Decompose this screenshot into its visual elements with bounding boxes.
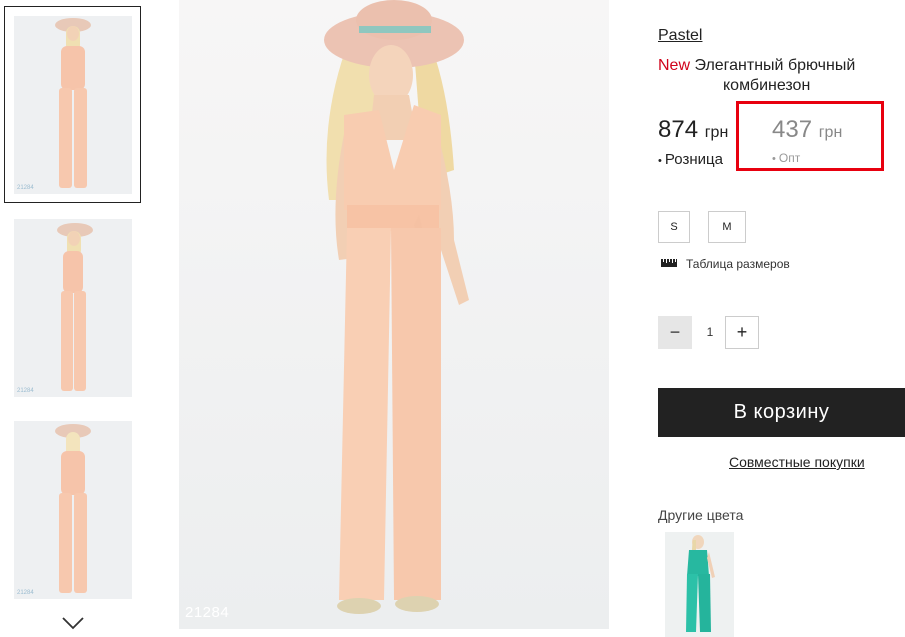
quantity-value[interactable]: 1 — [700, 325, 720, 339]
size-option-m[interactable]: M — [708, 211, 746, 243]
model-figure — [43, 421, 103, 599]
retail-currency: грн — [704, 124, 729, 141]
chevron-down-icon[interactable] — [62, 616, 84, 630]
brand-link[interactable]: Pastel — [658, 27, 702, 45]
main-product-image[interactable]: 21284 — [179, 0, 609, 629]
joint-purchase-link[interactable]: Совместные покупки — [729, 454, 865, 470]
model-figure — [324, 0, 469, 614]
thumbnail-3[interactable]: 21284 — [14, 421, 132, 599]
product-code: 21284 — [185, 604, 230, 621]
product-code: 21284 — [17, 185, 34, 191]
wholesale-price-value: 437 — [772, 116, 813, 143]
wholesale-label: Опт — [772, 151, 800, 165]
add-to-cart-button[interactable]: В корзину — [658, 388, 905, 437]
product-code: 21284 — [17, 388, 34, 394]
retail-price-value: 874 — [658, 116, 699, 143]
model-figure — [43, 16, 103, 194]
new-badge: New — [658, 57, 691, 74]
product-title: New Элегантный брючный комбинезон — [658, 56, 888, 96]
title-line-1: Элегантный брючный — [694, 57, 856, 74]
other-colors-label: Другие цвета — [658, 507, 744, 523]
retail-price: 874 грн — [658, 116, 728, 144]
model-figure — [686, 535, 715, 632]
title-line-2: комбинезон — [723, 77, 811, 94]
wholesale-currency: грн — [818, 124, 843, 141]
product-code: 21284 — [17, 590, 34, 596]
thumbnail-1[interactable]: 21284 — [14, 16, 132, 194]
color-variant-thumbnail[interactable] — [665, 532, 734, 637]
model-figure — [43, 219, 103, 397]
thumbnail-2[interactable]: 21284 — [14, 219, 132, 397]
quantity-increase-button[interactable]: + — [725, 316, 759, 349]
retail-label: Розница — [658, 151, 723, 168]
ruler-icon — [661, 259, 677, 267]
wholesale-price: 437 грн — [772, 116, 842, 144]
size-table-link[interactable]: Таблица размеров — [686, 257, 790, 271]
quantity-decrease-button[interactable]: − — [658, 316, 692, 349]
size-option-s[interactable]: S — [658, 211, 690, 243]
